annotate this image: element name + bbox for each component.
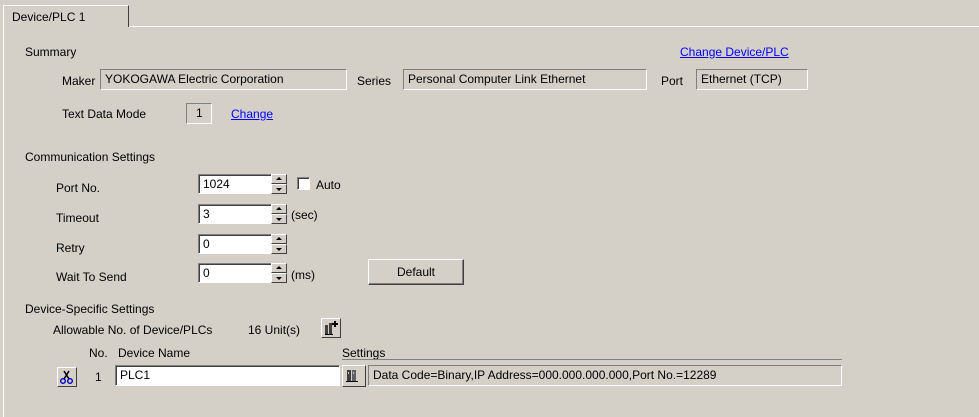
timeout-unit: (sec) bbox=[291, 208, 318, 222]
port-no-spinner[interactable] bbox=[271, 174, 287, 194]
allowable-device-plcs-value: 16 Unit(s) bbox=[248, 323, 301, 337]
auto-checkbox[interactable] bbox=[297, 177, 310, 190]
spin-up-icon[interactable] bbox=[271, 263, 287, 273]
port-no-label: Port No. bbox=[56, 181, 101, 195]
device-name-input[interactable]: PLC1 bbox=[115, 365, 340, 386]
auto-label: Auto bbox=[316, 178, 341, 192]
device-specific-settings-heading: Device-Specific Settings bbox=[25, 302, 155, 316]
column-no-header: No. bbox=[89, 346, 108, 360]
tab-label: Device/PLC 1 bbox=[12, 10, 86, 24]
port-no-input[interactable]: 1024 bbox=[198, 174, 272, 194]
wait-to-send-label: Wait To Send bbox=[56, 270, 127, 284]
wait-to-send-unit: (ms) bbox=[291, 268, 315, 282]
timeout-input[interactable]: 3 bbox=[198, 204, 272, 224]
summary-heading: Summary bbox=[25, 45, 77, 59]
device-settings-button[interactable] bbox=[342, 365, 366, 387]
wait-to-send-input[interactable]: 0 bbox=[198, 263, 272, 283]
maker-field: YOKOGAWA Electric Corporation bbox=[100, 69, 347, 90]
spin-down-icon[interactable] bbox=[271, 214, 287, 224]
spin-up-icon[interactable] bbox=[271, 234, 287, 244]
tab-device-plc-1[interactable]: Device/PLC 1 bbox=[3, 5, 129, 27]
timeout-spinner[interactable] bbox=[271, 204, 287, 224]
spin-down-icon[interactable] bbox=[271, 184, 287, 194]
timeout-label: Timeout bbox=[56, 211, 99, 225]
settings-header-divider bbox=[342, 359, 842, 360]
spin-down-icon[interactable] bbox=[271, 273, 287, 283]
change-text-data-mode-link[interactable]: Change bbox=[231, 107, 273, 121]
wait-to-send-spinner[interactable] bbox=[271, 263, 287, 283]
series-label: Series bbox=[357, 74, 392, 88]
allowable-device-plcs-label: Allowable No. of Device/PLCs bbox=[53, 323, 213, 337]
retry-spinner[interactable] bbox=[271, 234, 287, 254]
port-label: Port bbox=[661, 74, 684, 88]
spin-up-icon[interactable] bbox=[271, 174, 287, 184]
spin-up-icon[interactable] bbox=[271, 204, 287, 214]
column-device-name-header: Device Name bbox=[118, 346, 191, 360]
text-data-mode-field: 1 bbox=[186, 103, 212, 124]
column-settings-header: Settings bbox=[342, 346, 386, 360]
default-button[interactable]: Default bbox=[368, 259, 464, 285]
add-device-button[interactable] bbox=[321, 318, 341, 338]
add-device-icon bbox=[325, 321, 338, 335]
retry-label: Retry bbox=[56, 241, 85, 255]
cut-device-button[interactable] bbox=[57, 367, 77, 387]
port-field: Ethernet (TCP) bbox=[696, 69, 808, 90]
scissors-icon bbox=[60, 370, 73, 384]
text-data-mode-label: Text Data Mode bbox=[62, 107, 147, 121]
maker-label: Maker bbox=[62, 74, 96, 88]
retry-input[interactable]: 0 bbox=[198, 234, 272, 254]
series-field: Personal Computer Link Ethernet bbox=[403, 69, 647, 90]
device-settings-icon bbox=[346, 370, 358, 382]
device-row-no: 1 bbox=[95, 370, 102, 384]
change-device-plc-link[interactable]: Change Device/PLC bbox=[680, 45, 789, 59]
device-settings-summary: Data Code=Binary,IP Address=000.000.000.… bbox=[368, 365, 842, 386]
communication-settings-heading: Communication Settings bbox=[25, 150, 156, 164]
spin-down-icon[interactable] bbox=[271, 244, 287, 254]
